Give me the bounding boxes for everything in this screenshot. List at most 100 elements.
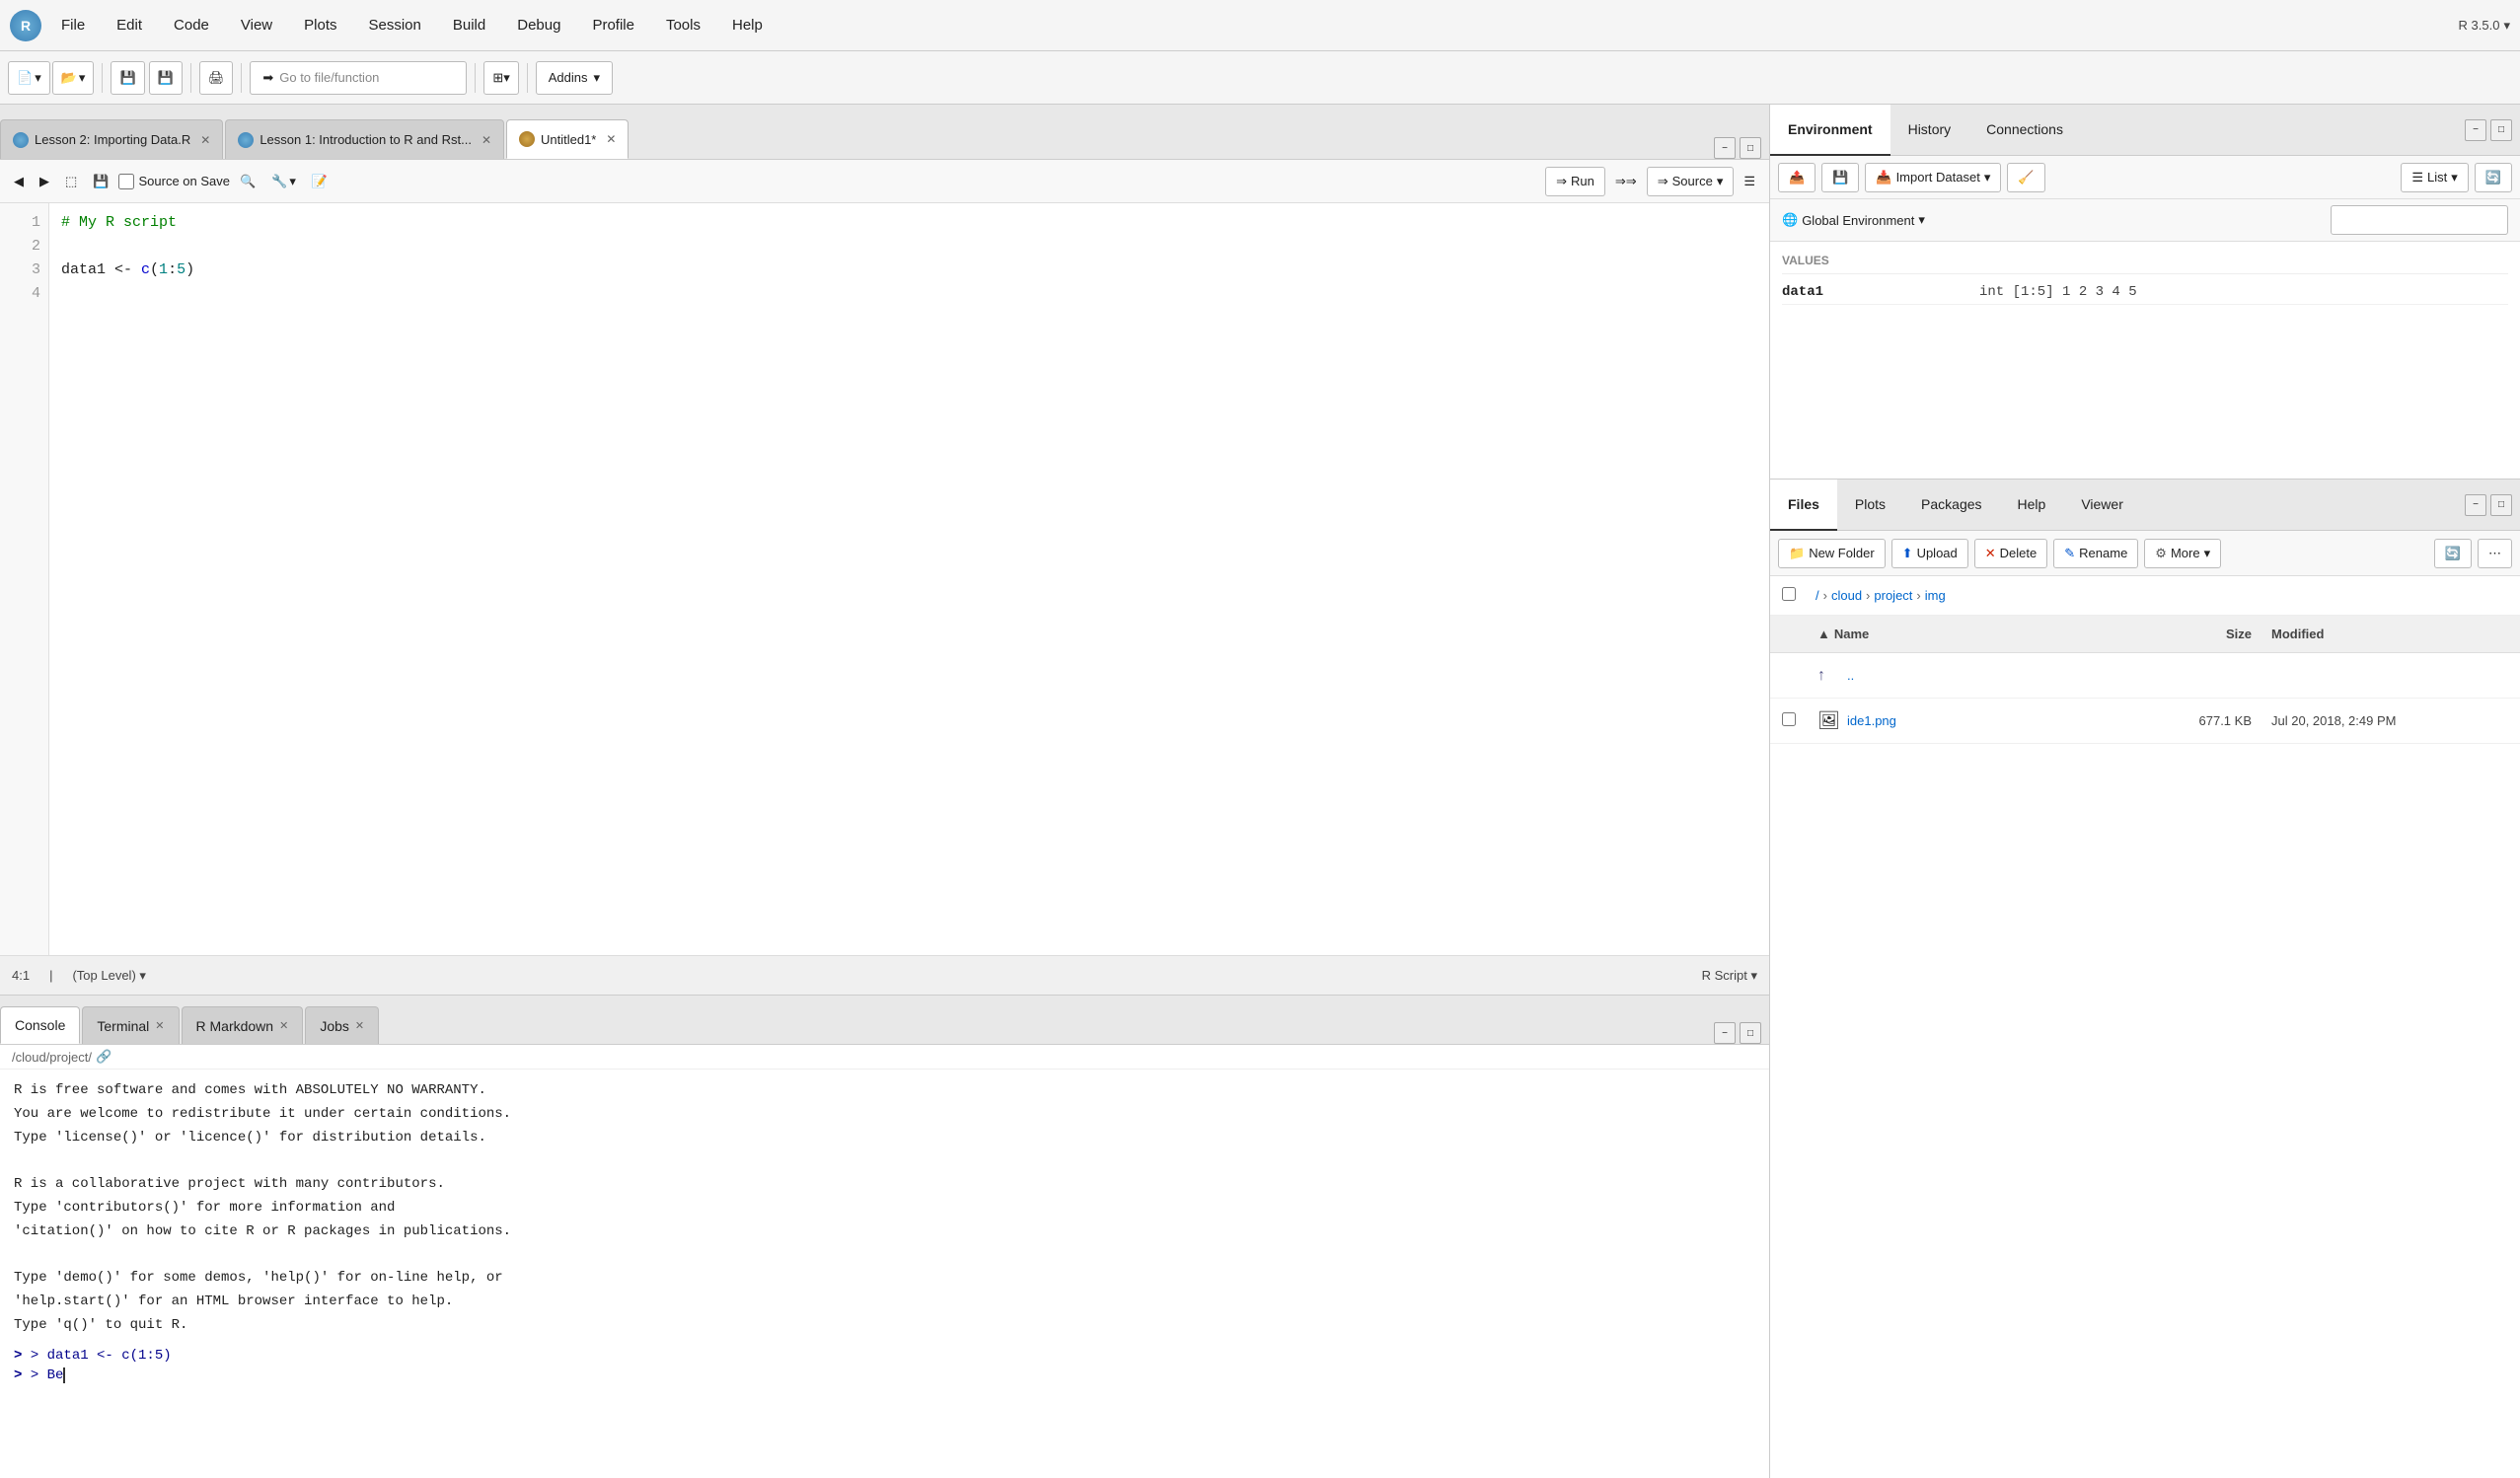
addins-button[interactable]: Addins ▾ bbox=[536, 61, 613, 95]
close-tab-button[interactable]: ✕ bbox=[200, 133, 210, 147]
list-view-button[interactable]: ☰ List ▾ bbox=[2401, 163, 2468, 192]
open-file-button[interactable]: 📂 ▾ bbox=[52, 61, 95, 95]
breadcrumb-checkbox[interactable] bbox=[1782, 587, 1812, 604]
show-in-new-window-button[interactable]: ⬚ bbox=[59, 167, 83, 196]
minimize-console-button[interactable]: − bbox=[1714, 1022, 1736, 1044]
close-terminal-tab[interactable]: ✕ bbox=[155, 1019, 164, 1032]
tab-connections[interactable]: Connections bbox=[1968, 105, 2081, 156]
source-on-save-checkbox[interactable] bbox=[118, 174, 134, 189]
file-row-ide1[interactable]: 🖼 ide1.png 677.1 KB Jul 20, 2018, 2:49 P… bbox=[1770, 699, 2520, 744]
tab-files[interactable]: Files bbox=[1770, 480, 1837, 531]
menu-debug[interactable]: Debug bbox=[505, 13, 572, 37]
parent-dir-name[interactable]: .. bbox=[1847, 668, 2133, 683]
print-button[interactable]: 🖨 bbox=[199, 61, 234, 95]
minimize-button[interactable]: − bbox=[1714, 137, 1736, 159]
grid-view-button[interactable]: ⊞ ▾ bbox=[483, 61, 518, 95]
file-checkbox-ide1[interactable] bbox=[1782, 712, 1796, 726]
tab-environment[interactable]: Environment bbox=[1770, 105, 1890, 156]
menu-code[interactable]: Code bbox=[162, 13, 221, 37]
tab-console[interactable]: Console bbox=[0, 1006, 80, 1044]
breadcrumb-sep-3: › bbox=[1916, 588, 1920, 603]
menu-profile[interactable]: Profile bbox=[580, 13, 646, 37]
code-level[interactable]: (Top Level) ▾ bbox=[72, 968, 145, 984]
tab-viewer[interactable]: Viewer bbox=[2063, 480, 2141, 531]
menu-icon[interactable]: R bbox=[10, 10, 41, 41]
files-header-name[interactable]: ▲ Name bbox=[1817, 627, 2133, 641]
code-editor[interactable]: 1 2 3 4 # My R script data1 <- c(1:5) bbox=[0, 203, 1769, 955]
file-row-parent[interactable]: ↑ .. bbox=[1770, 653, 2520, 699]
compile-notebook-button[interactable]: 📝 bbox=[306, 167, 334, 196]
tab-rmarkdown[interactable]: R Markdown ✕ bbox=[182, 1006, 304, 1044]
script-type[interactable]: R Script ▾ bbox=[1702, 968, 1757, 984]
menu-plots[interactable]: Plots bbox=[292, 13, 348, 37]
console-body[interactable]: R is free software and comes with ABSOLU… bbox=[0, 1070, 1769, 1478]
close-jobs-tab[interactable]: ✕ bbox=[355, 1019, 364, 1032]
tab-packages[interactable]: Packages bbox=[1903, 480, 1999, 531]
maximize-button[interactable]: □ bbox=[1740, 137, 1761, 159]
tab-history[interactable]: History bbox=[1890, 105, 1969, 156]
refresh-env-button[interactable]: 🔄 bbox=[2475, 163, 2512, 192]
menu-tools[interactable]: Tools bbox=[654, 13, 712, 37]
env-search-input[interactable] bbox=[2331, 205, 2508, 235]
tab-terminal[interactable]: Terminal ✕ bbox=[82, 1006, 179, 1044]
back-button[interactable]: ◀ bbox=[8, 167, 30, 196]
refresh-files-button[interactable]: 🔄 bbox=[2434, 539, 2472, 568]
rename-button[interactable]: ✎ Rename bbox=[2053, 539, 2138, 568]
forward-button[interactable]: ▶ bbox=[34, 167, 55, 196]
menu-view[interactable]: View bbox=[229, 13, 284, 37]
new-folder-button[interactable]: 📁 New Folder bbox=[1778, 539, 1886, 568]
maximize-console-button[interactable]: □ bbox=[1740, 1022, 1761, 1044]
code-area[interactable]: # My R script data1 <- c(1:5) bbox=[49, 203, 1769, 955]
save-workspace-button[interactable]: 💾 bbox=[1821, 163, 1859, 192]
file-name-ide1[interactable]: ide1.png bbox=[1847, 713, 2133, 728]
sort-arrow-icon: ▲ bbox=[1817, 627, 1830, 641]
breadcrumb-cloud[interactable]: cloud bbox=[1831, 588, 1862, 603]
menu-edit[interactable]: Edit bbox=[105, 13, 154, 37]
tab-plots[interactable]: Plots bbox=[1837, 480, 1903, 531]
source-button[interactable]: ⇒ Source ▾ bbox=[1647, 167, 1735, 196]
menu-build[interactable]: Build bbox=[441, 13, 497, 37]
menu-file[interactable]: File bbox=[49, 13, 97, 37]
breadcrumb-project[interactable]: project bbox=[1874, 588, 1912, 603]
load-workspace-button[interactable]: 📤 bbox=[1778, 163, 1816, 192]
maximize-files-button[interactable]: □ bbox=[2490, 494, 2512, 516]
value-row-data1[interactable]: data1 int [1:5] 1 2 3 4 5 bbox=[1782, 280, 2508, 305]
maximize-env-button[interactable]: □ bbox=[2490, 119, 2512, 141]
minimize-files-button[interactable]: − bbox=[2465, 494, 2486, 516]
r-version[interactable]: R 3.5.0 ▾ bbox=[2459, 18, 2510, 34]
file-check-ide1[interactable] bbox=[1782, 712, 1817, 729]
go-to-file-input[interactable]: ➡ Go to file/function bbox=[250, 61, 467, 95]
menu-help[interactable]: Help bbox=[720, 13, 775, 37]
editor-tab-lesson1[interactable]: Lesson 1: Introduction to R and Rst... ✕ bbox=[225, 119, 504, 159]
run-next-button[interactable]: ⇒⇒ bbox=[1609, 167, 1643, 196]
menu-session[interactable]: Session bbox=[357, 13, 433, 37]
tab-help[interactable]: Help bbox=[2000, 480, 2064, 531]
code-tools-button[interactable]: 🔧 ▾ bbox=[265, 167, 302, 196]
save-all-button[interactable]: 💾 bbox=[149, 61, 183, 95]
import-dataset-button[interactable]: 📥 Import Dataset ▾ bbox=[1865, 163, 2001, 192]
tab-jobs[interactable]: Jobs ✕ bbox=[305, 1006, 379, 1044]
global-environment-selector[interactable]: 🌐 Global Environment ▾ bbox=[1770, 199, 2520, 242]
save-editor-button[interactable]: 💾 bbox=[87, 167, 114, 196]
minimize-env-button[interactable]: − bbox=[2465, 119, 2486, 141]
delete-button[interactable]: ✕ Delete bbox=[1974, 539, 2047, 568]
run-button[interactable]: ⇒ Run bbox=[1545, 167, 1605, 196]
breadcrumb-root[interactable]: / bbox=[1816, 588, 1819, 603]
upload-button[interactable]: ⬆ Upload bbox=[1891, 539, 1968, 568]
files-header-modified[interactable]: Modified bbox=[2271, 627, 2508, 641]
editor-tab-lesson2[interactable]: Lesson 2: Importing Data.R ✕ bbox=[0, 119, 223, 159]
close-tab-button[interactable]: ✕ bbox=[482, 133, 491, 147]
breadcrumb-img[interactable]: img bbox=[1925, 588, 1946, 603]
select-all-checkbox[interactable] bbox=[1782, 587, 1796, 601]
files-options-button[interactable]: ⋯ bbox=[2478, 539, 2512, 568]
save-button[interactable]: 💾 bbox=[111, 61, 144, 95]
editor-options-button[interactable]: ☰ bbox=[1738, 167, 1761, 196]
clear-workspace-button[interactable]: 🧹 bbox=[2007, 163, 2044, 192]
new-file-button[interactable]: 📄 ▾ bbox=[8, 61, 50, 95]
editor-tab-untitled1[interactable]: Untitled1* ✕ bbox=[506, 119, 629, 159]
files-header-size[interactable]: Size bbox=[2133, 627, 2271, 641]
more-button[interactable]: ⚙ More ▾ bbox=[2144, 539, 2221, 568]
close-tab-button[interactable]: ✕ bbox=[606, 132, 616, 146]
find-button[interactable]: 🔍 bbox=[234, 167, 261, 196]
close-rmarkdown-tab[interactable]: ✕ bbox=[279, 1019, 288, 1032]
